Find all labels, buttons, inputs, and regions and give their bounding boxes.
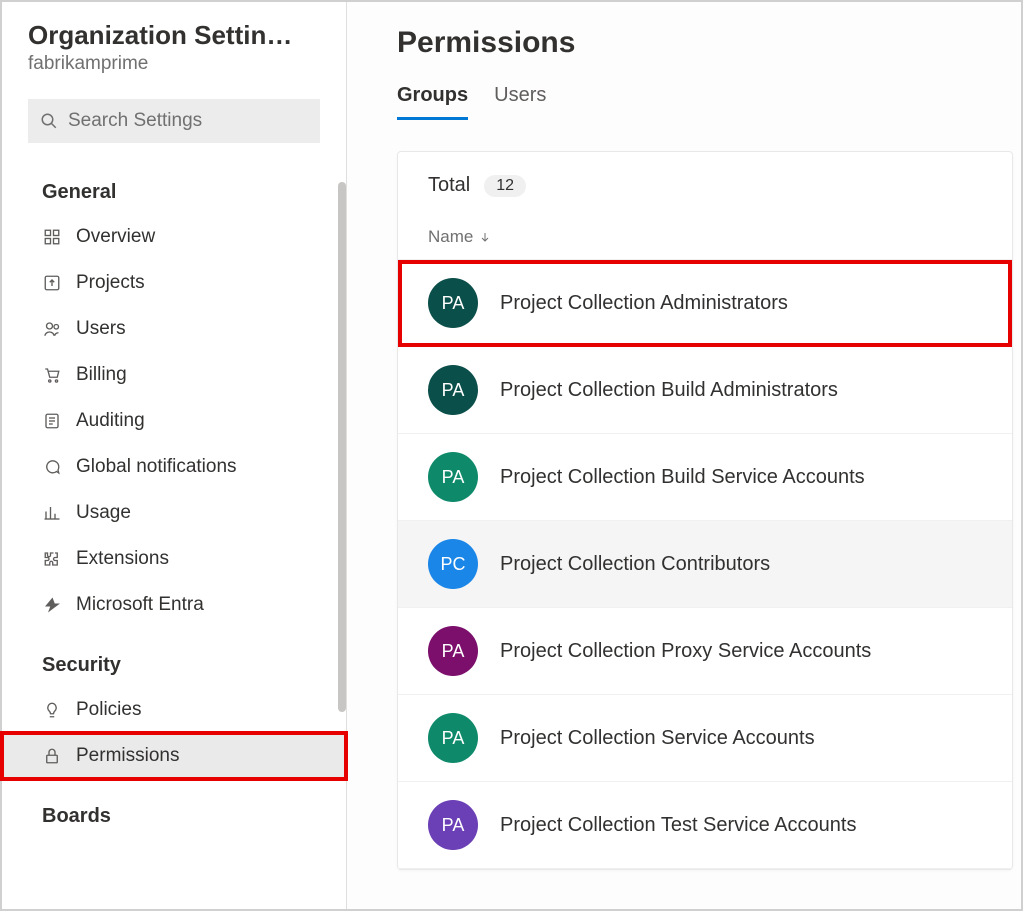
sidebar-item-label: Global notifications xyxy=(76,456,237,478)
sidebar-item-users[interactable]: Users xyxy=(2,306,346,352)
avatar: PC xyxy=(428,539,478,589)
avatar: PA xyxy=(428,452,478,502)
sidebar-item-label: Overview xyxy=(76,226,155,248)
users-icon xyxy=(42,319,62,339)
cart-icon xyxy=(42,365,62,385)
entra-icon xyxy=(42,595,62,615)
groups-card: Total 12 Name PA Project Collection Admin… xyxy=(397,151,1013,870)
sidebar-item-label: Billing xyxy=(76,364,127,386)
search-icon xyxy=(40,112,58,130)
section-security: Security xyxy=(2,640,346,687)
group-row[interactable]: PA Project Collection Build Service Accou… xyxy=(398,434,1012,521)
bulb-icon xyxy=(42,700,62,720)
sidebar-item-label: Microsoft Entra xyxy=(76,594,204,616)
page-title: Organization Settin… xyxy=(28,20,320,51)
arrow-down-icon xyxy=(479,230,491,244)
group-row[interactable]: PA Project Collection Service Accounts xyxy=(398,695,1012,782)
sidebar-item-projects[interactable]: Projects xyxy=(2,260,346,306)
sidebar-item-label: Permissions xyxy=(76,745,179,767)
main-content: Permissions Groups Users Total 12 Name P… xyxy=(347,2,1021,909)
list-icon xyxy=(42,411,62,431)
column-label: Name xyxy=(428,227,473,247)
group-row[interactable]: PA Project Collection Proxy Service Accou… xyxy=(398,608,1012,695)
group-row[interactable]: PC Project Collection Contributors xyxy=(398,521,1012,608)
group-name: Project Collection Build Service Account… xyxy=(500,466,865,489)
sidebar: Organization Settin… fabrikamprime Gener… xyxy=(2,2,347,909)
sidebar-item-global-notifications[interactable]: Global notifications xyxy=(2,444,346,490)
sidebar-item-policies[interactable]: Policies xyxy=(2,687,346,733)
sidebar-item-label: Extensions xyxy=(76,548,169,570)
group-name: Project Collection Test Service Accounts xyxy=(500,814,856,837)
group-name: Project Collection Service Accounts xyxy=(500,727,815,750)
group-name: Project Collection Contributors xyxy=(500,553,770,576)
avatar: PA xyxy=(428,626,478,676)
section-general: General xyxy=(2,167,346,214)
sidebar-item-label: Auditing xyxy=(76,410,145,432)
section-boards: Boards xyxy=(2,791,346,838)
sidebar-item-label: Policies xyxy=(76,699,141,721)
group-row[interactable]: PA Project Collection Test Service Accoun… xyxy=(398,782,1012,869)
group-name: Project Collection Proxy Service Account… xyxy=(500,640,871,663)
group-row[interactable]: PA Project Collection Build Administrator… xyxy=(398,347,1012,434)
sidebar-item-usage[interactable]: Usage xyxy=(2,490,346,536)
column-header-name[interactable]: Name xyxy=(398,207,1012,259)
main-title: Permissions xyxy=(397,26,1021,60)
lock-icon xyxy=(42,746,62,766)
sidebar-item-overview[interactable]: Overview xyxy=(2,214,346,260)
sidebar-item-microsoft-entra[interactable]: Microsoft Entra xyxy=(2,582,346,628)
avatar: PA xyxy=(428,365,478,415)
sidebar-item-label: Users xyxy=(76,318,126,340)
avatar: PA xyxy=(428,278,478,328)
tabs: Groups Users xyxy=(397,84,1021,121)
avatar: PA xyxy=(428,800,478,850)
search-input[interactable] xyxy=(68,110,308,132)
total-label: Total xyxy=(428,174,470,197)
chat-icon xyxy=(42,457,62,477)
sidebar-item-billing[interactable]: Billing xyxy=(2,352,346,398)
avatar: PA xyxy=(428,713,478,763)
puzzle-icon xyxy=(42,549,62,569)
sidebar-item-auditing[interactable]: Auditing xyxy=(2,398,346,444)
sidebar-item-extensions[interactable]: Extensions xyxy=(2,536,346,582)
tab-users[interactable]: Users xyxy=(494,84,546,120)
group-name: Project Collection Administrators xyxy=(500,292,788,315)
tab-groups[interactable]: Groups xyxy=(397,84,468,120)
total-count: 12 xyxy=(484,175,526,197)
search-settings[interactable] xyxy=(28,99,320,143)
sidebar-item-permissions[interactable]: Permissions xyxy=(2,733,346,779)
org-name: fabrikamprime xyxy=(28,53,320,75)
scrollbar[interactable] xyxy=(338,182,346,712)
sidebar-item-label: Projects xyxy=(76,272,145,294)
grid-icon xyxy=(42,227,62,247)
upload-icon xyxy=(42,273,62,293)
chart-icon xyxy=(42,503,62,523)
group-row[interactable]: PA Project Collection Administrators xyxy=(398,260,1012,347)
group-name: Project Collection Build Administrators xyxy=(500,379,838,402)
sidebar-item-label: Usage xyxy=(76,502,131,524)
